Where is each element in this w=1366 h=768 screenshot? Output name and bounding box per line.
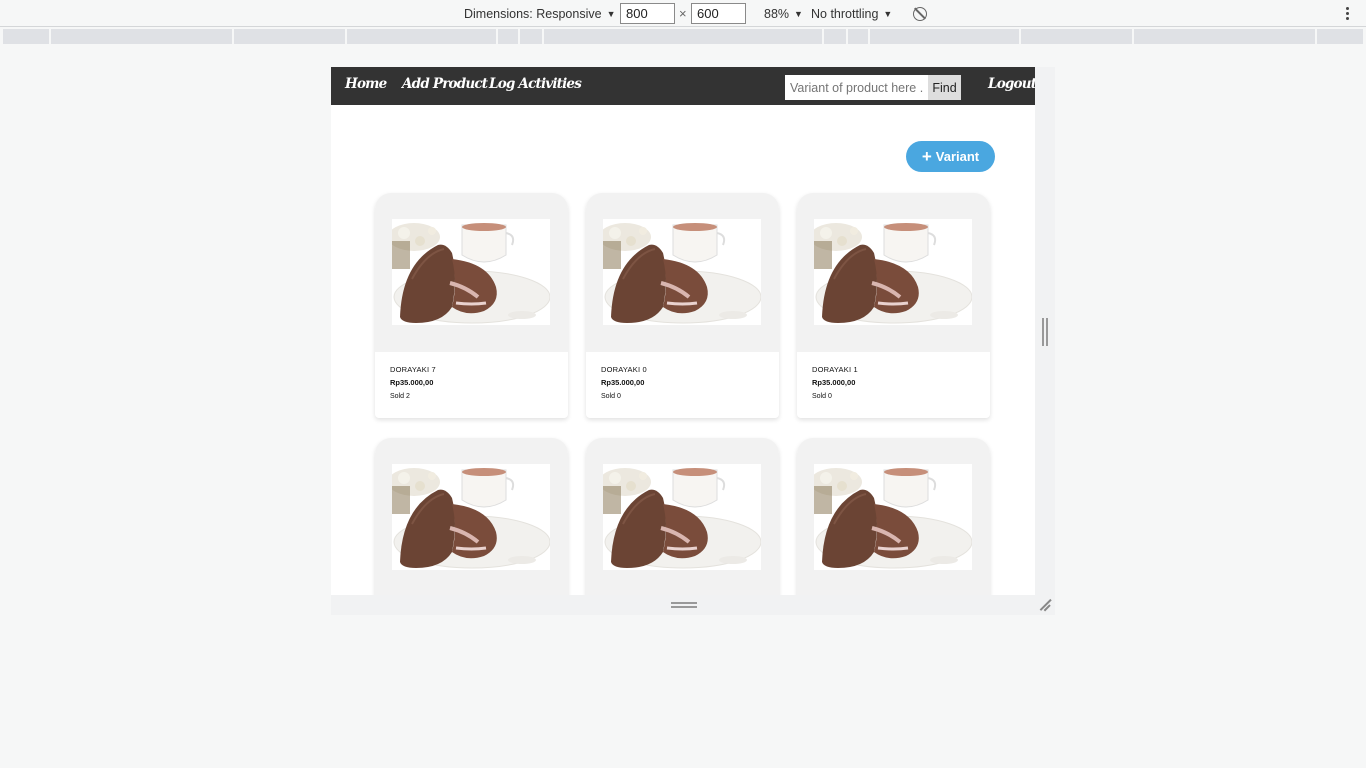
nav-logout-link[interactable]: Logout: [988, 76, 1035, 92]
product-card[interactable]: DORAYAKI 1 Rp35.000,00 Sold 0: [797, 193, 990, 418]
product-info: DORAYAKI 7 Rp35.000,00 Sold 2: [390, 365, 436, 400]
product-sold: Sold 2: [390, 393, 410, 400]
add-variant-button[interactable]: + Variant: [906, 141, 995, 172]
ruler-segment[interactable]: [870, 29, 1019, 44]
product-card[interactable]: [797, 438, 990, 595]
throttling-label: No throttling: [811, 6, 879, 21]
ruler-segment[interactable]: [1021, 29, 1132, 44]
device-viewport: Home Add Product Log Activities Find Log…: [331, 67, 1035, 595]
product-card[interactable]: [375, 438, 568, 595]
product-image: [392, 219, 550, 325]
plus-icon: +: [921, 147, 932, 166]
product-sold: Sold 0: [601, 393, 621, 400]
add-variant-label: Variant: [935, 149, 980, 164]
nav-add-product-link[interactable]: Add Product: [402, 76, 488, 92]
product-name: DORAYAKI 7: [390, 365, 436, 374]
nav-log-activities-link[interactable]: Log Activities: [489, 76, 582, 92]
product-image: [392, 464, 550, 570]
nav-home-link[interactable]: Home: [345, 76, 387, 92]
dimensions-label: Dimensions: Responsive: [464, 6, 602, 21]
times-symbol: ×: [679, 6, 687, 21]
product-image-area: [375, 193, 568, 352]
product-card[interactable]: DORAYAKI 7 Rp35.000,00 Sold 2: [375, 193, 568, 418]
product-price: Rp35.000,00: [390, 378, 434, 387]
caret-down-icon: ▼: [794, 8, 803, 19]
product-card[interactable]: [586, 438, 779, 595]
product-price: Rp35.000,00: [812, 378, 856, 387]
caret-down-icon: ▼: [606, 8, 616, 19]
product-info: DORAYAKI 1 Rp35.000,00 Sold 0: [812, 365, 858, 400]
product-image-area: [375, 438, 568, 595]
product-image: [814, 219, 972, 325]
throttling-dropdown[interactable]: No throttling ▼: [811, 0, 892, 27]
ruler-segment[interactable]: [1134, 29, 1315, 44]
zoom-label: 88%: [764, 6, 790, 21]
device-toolbar: Dimensions: Responsive ▼ × 88% ▼ No thro…: [0, 0, 1366, 27]
search-input[interactable]: [785, 75, 928, 100]
product-name: DORAYAKI 0: [601, 365, 647, 374]
product-name: DORAYAKI 1: [812, 365, 858, 374]
find-button[interactable]: Find: [928, 75, 961, 100]
rotate-icon: [913, 6, 927, 21]
product-price: Rp35.000,00: [601, 378, 645, 387]
ruler-segment[interactable]: [3, 29, 49, 44]
resize-handle-right[interactable]: [1042, 318, 1048, 346]
product-image-area: [586, 193, 779, 352]
ruler-segment[interactable]: [824, 29, 846, 44]
vertical-dots-icon: [1345, 7, 1349, 20]
product-info: DORAYAKI 0 Rp35.000,00 Sold 0: [601, 365, 647, 400]
rotate-button[interactable]: [913, 0, 927, 27]
ruler-segment[interactable]: [498, 29, 518, 44]
product-image-area: [586, 438, 779, 595]
width-input[interactable]: [620, 3, 675, 24]
caret-down-icon: ▼: [883, 8, 893, 19]
ruler-segment[interactable]: [347, 29, 496, 44]
product-image-area: [797, 193, 990, 352]
resize-handle-bottom[interactable]: [671, 602, 697, 608]
height-input[interactable]: [691, 3, 746, 24]
ruler-segment[interactable]: [848, 29, 868, 44]
product-image: [814, 464, 972, 570]
dimensions-dropdown[interactable]: Dimensions: Responsive ▼: [464, 0, 615, 27]
ruler-segment[interactable]: [234, 29, 345, 44]
ruler-segment[interactable]: [51, 29, 232, 44]
product-image: [603, 464, 761, 570]
ruler-segment[interactable]: [520, 29, 542, 44]
ruler-segment[interactable]: [544, 29, 822, 44]
zoom-dropdown[interactable]: 88% ▼: [764, 0, 803, 27]
media-query-ruler: [0, 28, 1366, 45]
ruler-segment[interactable]: [1317, 29, 1363, 44]
more-options-button[interactable]: [1340, 0, 1354, 27]
product-sold: Sold 0: [812, 393, 832, 400]
navbar: Home Add Product Log Activities Find Log…: [331, 67, 1035, 105]
product-card[interactable]: DORAYAKI 0 Rp35.000,00 Sold 0: [586, 193, 779, 418]
product-image: [603, 219, 761, 325]
product-image-area: [797, 438, 990, 595]
resize-handle-corner[interactable]: [1038, 598, 1052, 612]
